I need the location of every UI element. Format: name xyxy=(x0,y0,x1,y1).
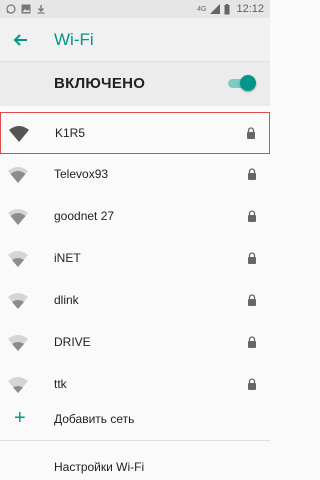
network-name: goodnet 27 xyxy=(54,209,115,223)
status-bar: 4G 12:12 xyxy=(0,0,270,18)
wifi-toggle[interactable] xyxy=(228,75,256,91)
network-list: K1R5 Televox93 goodnet 27 iNET dlink DRI… xyxy=(0,112,270,406)
network-item[interactable]: dlink xyxy=(0,280,270,322)
network-item[interactable]: goodnet 27 xyxy=(0,196,270,238)
image-icon xyxy=(21,4,31,14)
wifi-signal-icon xyxy=(8,377,28,393)
add-network-label: Добавить сеть xyxy=(54,412,135,426)
wifi-master-switch-row[interactable]: ВКЛЮЧЕНО xyxy=(0,62,270,106)
network-name: Televox93 xyxy=(54,167,109,181)
lock-icon xyxy=(248,336,256,348)
app-bar: Wi-Fi xyxy=(0,18,270,62)
lock-icon xyxy=(248,168,256,180)
network-item[interactable]: K1R5 xyxy=(0,112,270,154)
arrow-left-icon[interactable] xyxy=(10,29,32,51)
network-name: ttk xyxy=(54,377,67,391)
wifi-signal-icon xyxy=(8,167,28,183)
divider xyxy=(0,440,270,441)
page-title: Wi-Fi xyxy=(54,30,94,49)
master-switch-label: ВКЛЮЧЕНО xyxy=(54,75,146,92)
network-name: DRIVE xyxy=(54,335,91,349)
network-item[interactable]: DRIVE xyxy=(0,322,270,364)
whatsapp-icon xyxy=(6,4,16,14)
lock-icon xyxy=(248,252,256,264)
lock-icon xyxy=(247,127,255,139)
network-name: iNET xyxy=(54,251,81,265)
lock-icon xyxy=(248,210,256,222)
network-name: K1R5 xyxy=(55,126,86,140)
signal-icon xyxy=(210,4,221,14)
add-network-button[interactable]: + Добавить сеть xyxy=(0,406,270,434)
wifi-signal-icon xyxy=(8,293,28,309)
network-item[interactable]: Televox93 xyxy=(0,154,270,196)
download-icon xyxy=(37,5,45,14)
plus-icon: + xyxy=(14,407,26,429)
wifi-signal-icon xyxy=(8,251,28,267)
toggle-thumb xyxy=(240,75,256,91)
network-type: 4G xyxy=(197,5,207,13)
network-item[interactable]: ttk xyxy=(0,364,270,406)
lock-icon xyxy=(248,378,256,390)
lock-icon xyxy=(248,294,256,306)
wifi-signal-icon xyxy=(8,335,28,351)
clock: 12:12 xyxy=(236,3,264,15)
wifi-settings-link[interactable]: Настройки Wi-Fi xyxy=(54,460,144,474)
wifi-signal-icon xyxy=(8,209,28,225)
battery-icon xyxy=(224,3,230,14)
network-name: dlink xyxy=(54,293,79,307)
network-item[interactable]: iNET xyxy=(0,238,270,280)
wifi-signal-icon xyxy=(9,126,29,142)
